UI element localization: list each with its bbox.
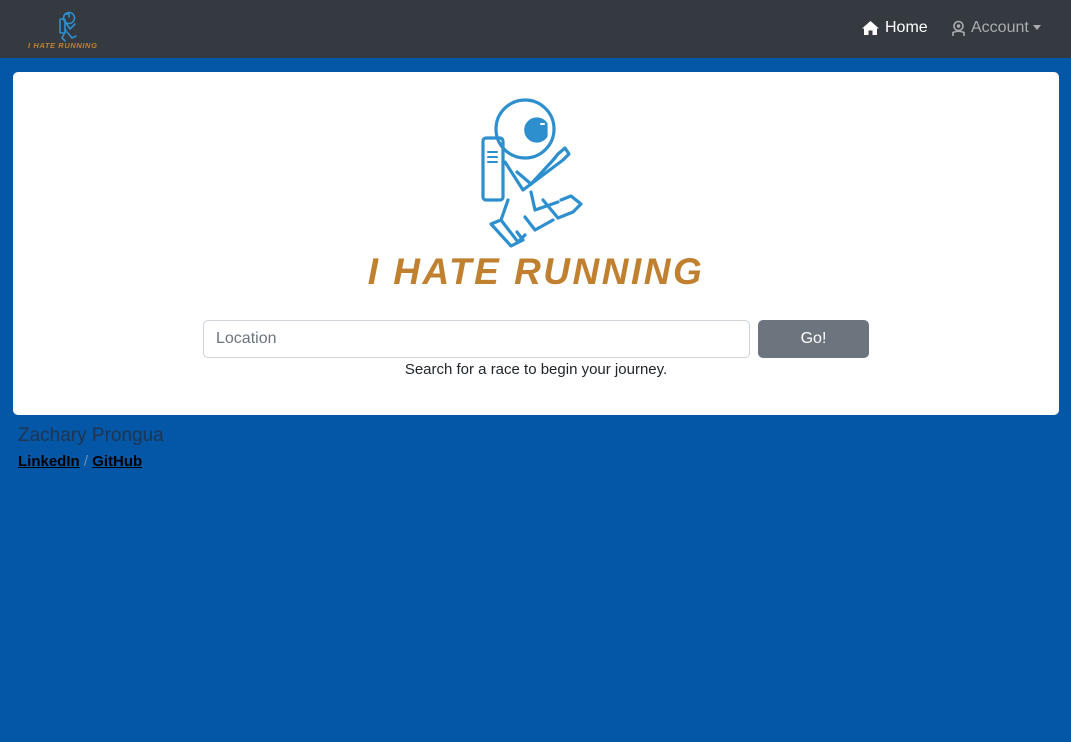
running-astronaut-icon	[481, 98, 583, 248]
go-button[interactable]: Go!	[758, 320, 869, 358]
linkedin-link[interactable]: LinkedIn	[18, 453, 80, 470]
top-navbar: I HATE RUNNING Home Account	[0, 0, 1071, 58]
user-badge-icon	[951, 20, 966, 37]
page-footer: Zachary Prongua LinkedIn / GitHub	[18, 424, 164, 472]
astronaut-logo-icon: I HATE RUNNING	[28, 11, 98, 50]
brand-wordmark: I HATE RUNNING	[368, 251, 704, 292]
github-link[interactable]: GitHub	[92, 453, 142, 470]
hero-logo: I HATE RUNNING	[368, 98, 704, 292]
link-separator: /	[83, 453, 89, 470]
social-links: LinkedIn / GitHub	[18, 452, 164, 472]
svg-text:I HATE RUNNING: I HATE RUNNING	[28, 41, 98, 50]
nav-home-link[interactable]: Home	[861, 0, 928, 56]
location-search-input[interactable]	[203, 320, 750, 358]
search-card: I HATE RUNNING Go! Search for a race to …	[13, 72, 1059, 415]
search-help-text: Search for a race to begin your journey.	[404, 361, 668, 378]
nav-home-label: Home	[885, 19, 928, 36]
brand-logo[interactable]: I HATE RUNNING	[26, 10, 116, 52]
account-dropdown-toggle[interactable]: Account	[951, 0, 1041, 56]
chevron-down-icon	[1032, 24, 1041, 30]
house-icon	[861, 20, 880, 36]
nav-account-label: Account	[971, 19, 1029, 36]
author-name: Zachary Prongua	[18, 425, 164, 446]
